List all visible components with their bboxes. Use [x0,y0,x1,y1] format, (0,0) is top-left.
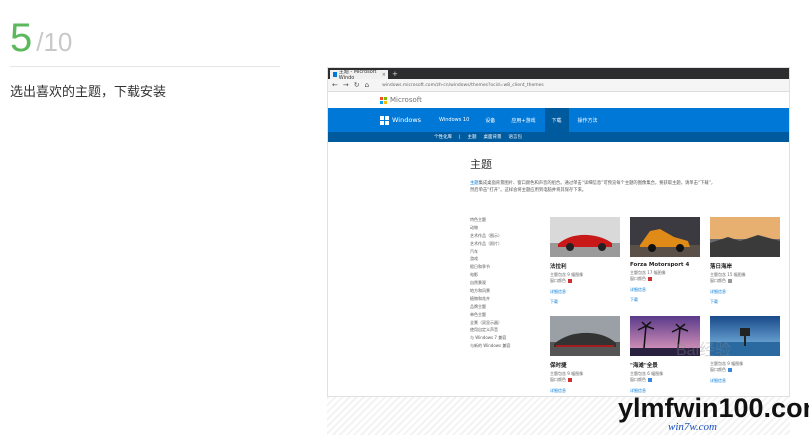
category-item[interactable]: 特色主题 [470,216,540,224]
subnav-personalization[interactable]: 个性化库 [434,134,452,140]
site-watermark-sub: win7w.com [668,421,717,433]
baidu-watermark: Bai经验 [676,342,732,359]
microsoft-logo-icon [380,96,387,104]
category-item[interactable]: 使用自定义声音 [470,326,540,334]
category-item[interactable]: 汽车 [470,248,540,256]
subnav-separator: | [459,134,461,140]
category-item[interactable]: 单色主题 [470,311,540,319]
details-link[interactable]: 详细信息 [630,287,700,293]
theme-name[interactable]: 法拉利 [550,262,620,270]
microsoft-header: Microsoft [328,92,789,108]
theme-color-row: 窗口颜色 [630,377,700,383]
theme-thumbnail[interactable] [710,217,780,257]
color-swatch [728,279,732,283]
back-arrow-icon[interactable]: ← [332,81,338,89]
page-title: 主题 [470,158,492,171]
theme-color-row: 窗口颜色 [630,276,700,282]
step-description: 选出喜欢的主题，下载安装 [10,85,167,100]
site-watermark: ylmfwin100.com [618,393,809,423]
theme-name[interactable]: 保时捷 [550,361,620,369]
browser-tab[interactable]: 主题 - Microsoft Windo × [330,69,388,81]
nav-item-howto[interactable]: 操作方法 [578,108,598,132]
home-icon[interactable]: ⌂ [365,81,369,89]
browser-tabbar: 主题 - Microsoft Windo × + [328,68,789,81]
nav-item-windows10[interactable]: Windows 10 [439,108,469,132]
theme-thumbnail[interactable] [550,316,620,356]
theme-thumbnail[interactable] [630,217,700,257]
step-current: 5 [10,16,33,60]
refresh-icon[interactable]: ↻ [354,81,360,89]
category-item[interactable]: 全景（双显示器） [470,319,540,327]
windows-logo-icon [380,115,389,125]
step-counter: 5 /10 [10,18,72,58]
download-link[interactable]: 下载 [630,297,700,303]
details-link[interactable]: 详细信息 [550,388,620,394]
theme-card-sunset-coast: 落日海岸 主题包含 15 幅图像 窗口颜色 详细信息 下载 [710,217,780,305]
theme-card-ferrari: 法拉利 主题包含 9 幅图像 窗口颜色 详细信息 下载 [550,217,620,305]
category-item[interactable]: 自然景观 [470,279,540,287]
forward-arrow-icon[interactable]: → [343,81,349,89]
page-description: 主题集成桌面背景图片、窗口颜色和声音的组合。通过单击“详细信息”可预览每个主题的… [470,181,716,186]
url-field[interactable]: windows.microsoft.com/zh-cn/windows/them… [382,83,544,88]
nav-item-devices[interactable]: 设备 [485,108,495,132]
category-item[interactable]: 与新的 Windows 兼容 [470,342,540,350]
theme-thumbnail[interactable] [550,217,620,257]
color-swatch [728,368,732,372]
browser-screenshot: 主题 - Microsoft Windo × + ← → ↻ ⌂ windows… [327,67,790,397]
microsoft-brand[interactable]: Microsoft [390,96,422,104]
address-bar: ← → ↻ ⌂ windows.microsoft.com/zh-cn/wind… [328,79,789,92]
download-link[interactable]: 下载 [710,299,780,305]
theme-name[interactable]: Forza Motorsport 4 [630,262,700,268]
category-item[interactable]: 植物和花卉 [470,295,540,303]
category-item[interactable]: 地方和风景 [470,287,540,295]
download-link[interactable]: 下载 [550,299,620,305]
details-link[interactable]: 详细信息 [550,289,620,295]
nav-item-download[interactable]: 下载 [544,108,569,132]
theme-color-row: 窗口颜色 [550,278,620,284]
new-tab-button[interactable]: + [392,70,398,79]
theme-color-row: 窗口颜色 [550,377,620,383]
tab-close-icon[interactable]: × [382,72,386,78]
category-item[interactable]: 动物 [470,224,540,232]
subnav-wallpapers[interactable]: 桌面背景 [484,134,502,140]
theme-card-forza: Forza Motorsport 4 主题包含 17 幅图像 窗口颜色 详细信息… [630,217,700,303]
color-swatch [648,378,652,382]
windows-navbar: Windows Windows 10 设备 应用+游戏 下载 操作方法 [328,108,789,132]
category-item[interactable]: 艺术作品（照片） [470,240,540,248]
category-item[interactable]: 电影 [470,271,540,279]
theme-name[interactable]: 落日海岸 [710,262,780,270]
theme-color-row: 窗口颜色 [710,278,780,284]
tab-title: 主题 - Microsoft Windo [338,69,377,81]
category-item[interactable]: 与 Windows 7 兼容 [470,334,540,342]
step-total: /10 [36,27,73,57]
sub-navbar: 个性化库 | 主题 桌面背景 语言包 [328,132,789,142]
color-swatch [648,277,652,281]
site-favicon-icon [333,72,337,77]
details-link[interactable]: 详细信息 [710,378,780,384]
color-swatch [568,279,572,283]
nav-brand-windows[interactable]: Windows [392,116,421,124]
category-item[interactable]: 艺术作品（图示） [470,232,540,240]
category-item[interactable]: 假日和季节 [470,263,540,271]
subnav-language-packs[interactable]: 语言包 [509,134,523,140]
category-item[interactable]: 品牌主题 [470,303,540,311]
desc-link[interactable]: 主题 [470,181,479,186]
details-link[interactable]: 详细信息 [710,289,780,295]
subnav-themes[interactable]: 主题 [468,134,477,140]
theme-color-row: 窗口颜色 [710,367,780,373]
page-description-2: 然后单击“打开”。这样会将主题应用到电脑并将其保存下来。 [470,188,587,193]
theme-card-porsche: 保时捷 主题包含 9 幅图像 窗口颜色 详细信息 下载 [550,316,620,396]
category-item[interactable]: 游戏 [470,255,540,263]
nav-item-apps-games[interactable]: 应用+游戏 [511,108,535,132]
category-list: 特色主题 动物 艺术作品（图示） 艺术作品（照片） 汽车 游戏 假日和季节 电影… [470,216,540,350]
step-divider [10,66,280,67]
theme-name[interactable]: "海滩"全景 [630,361,700,369]
color-swatch [568,378,572,382]
